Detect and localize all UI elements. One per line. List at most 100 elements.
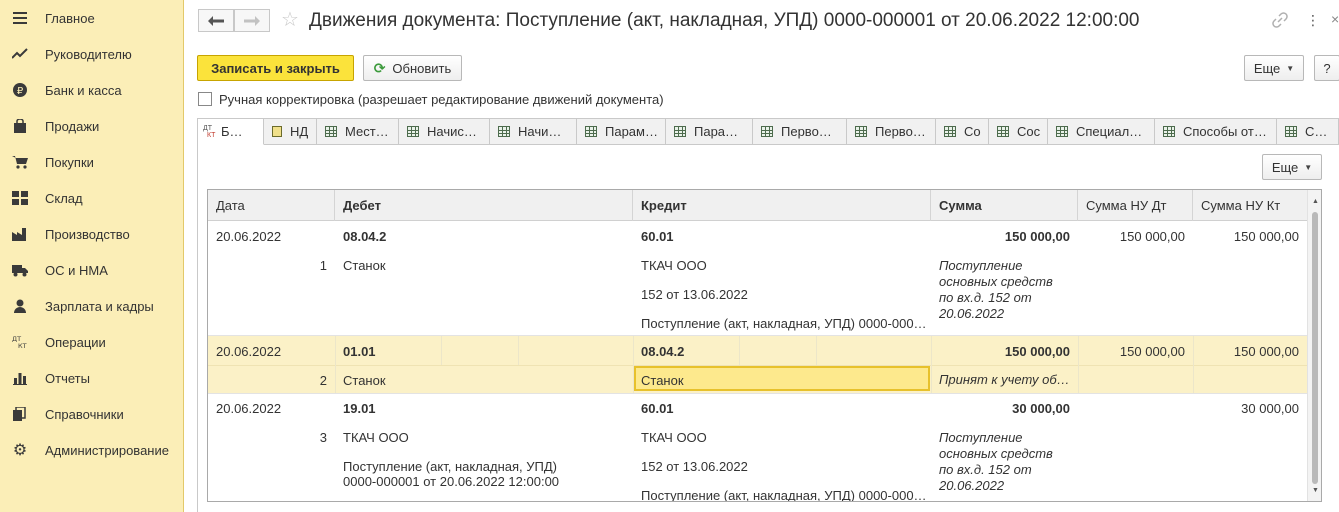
tab-register-14[interactable]: С… <box>1277 118 1339 145</box>
save-and-close-button[interactable]: Записать и закрыть <box>197 55 354 81</box>
sidebar-item-sales[interactable]: Продажи <box>0 108 184 144</box>
back-button[interactable] <box>198 9 234 32</box>
ruble-coin-icon: ₽ <box>12 83 28 97</box>
row-content: Принят к учету об… <box>939 372 1070 387</box>
row-credit-account: 08.04.2 <box>641 344 685 359</box>
help-button[interactable]: ? <box>1314 55 1339 81</box>
column-header-nu-dt[interactable]: Сумма НУ Дт <box>1078 190 1193 221</box>
tab-accounting-register[interactable]: ДТ КТ Б… <box>197 118 264 145</box>
row-number: 3 <box>319 430 327 445</box>
truck-icon <box>12 263 28 277</box>
close-icon[interactable]: × <box>1331 11 1339 29</box>
row-amount: 30 000,00 <box>1012 401 1070 416</box>
sidebar-item-label: ОС и НМА <box>45 263 108 278</box>
tab-register-4[interactable]: Начис… <box>399 118 490 145</box>
sidebar-item-admin[interactable]: ⚙ Администрирование <box>0 432 184 468</box>
sidebar-item-warehouse[interactable]: Склад <box>0 180 184 216</box>
tab-register-8[interactable]: Перво… <box>753 118 847 145</box>
column-divider <box>335 336 336 393</box>
dt-kt-icon: ДТ КТ <box>203 124 216 139</box>
row-debit-account: 01.01 <box>343 344 376 359</box>
register-table-icon <box>997 126 1009 137</box>
more-vertical-icon[interactable]: ⋮ <box>1304 12 1322 30</box>
favorite-star-icon[interactable]: ☆ <box>281 10 299 30</box>
tab-register-13[interactable]: Способы от… <box>1155 118 1277 145</box>
sidebar-item-manager[interactable]: Руководителю <box>0 36 184 72</box>
more-button[interactable]: Еще ▼ <box>1244 55 1304 81</box>
scroll-down-icon[interactable]: ▼ <box>1312 487 1319 494</box>
sidebar-item-operations[interactable]: ДТ КТ Операции <box>0 324 184 360</box>
register-table-icon <box>407 126 419 137</box>
scrollbar-thumb[interactable] <box>1312 212 1318 484</box>
sidebar-item-hr[interactable]: Зарплата и кадры <box>0 288 184 324</box>
manual-edit-checkbox[interactable] <box>198 92 212 106</box>
column-header-nu-kt[interactable]: Сумма НУ Кт <box>1193 190 1307 221</box>
sidebar: Главное Руководителю ₽ Банк и касса Прод… <box>0 0 184 512</box>
vertical-scrollbar[interactable]: ▲ ▼ <box>1307 190 1321 501</box>
row-content: Поступление основных средств по вх.д. 15… <box>939 430 1053 493</box>
more-label: Еще <box>1271 159 1299 175</box>
tab-label: Парам… <box>605 124 658 139</box>
column-header-credit[interactable]: Кредит <box>633 190 931 221</box>
tab-label: Специал… <box>1076 124 1143 139</box>
manual-edit-label[interactable]: Ручная корректировка (разрешает редактир… <box>219 92 664 107</box>
hamburger-icon <box>12 11 28 25</box>
more-label: Еще <box>1253 60 1281 76</box>
tab-register-3[interactable]: Мест… <box>317 118 399 145</box>
row-credit-subconto-3: Поступление (акт, накладная, УПД) 0000-0… <box>641 316 927 331</box>
sidebar-item-bank[interactable]: ₽ Банк и касса <box>0 72 184 108</box>
tab-label: Начис… <box>427 124 477 139</box>
sidebar-item-label: Склад <box>45 191 83 206</box>
tab-register-10[interactable]: Со <box>936 118 989 145</box>
sidebar-item-purchases[interactable]: Покупки <box>0 144 184 180</box>
tab-register-5[interactable]: Начи… <box>490 118 577 145</box>
sidebar-item-label: Зарплата и кадры <box>45 299 154 314</box>
row-nu-dt: 150 000,00 <box>1119 344 1185 359</box>
row-credit-account: 60.01 <box>641 401 674 416</box>
row-amount: 150 000,00 <box>1004 344 1070 359</box>
tab-register-7[interactable]: Пара… <box>666 118 753 145</box>
app-window: Главное Руководителю ₽ Банк и касса Прод… <box>0 0 1339 512</box>
tab-register-9[interactable]: Перво… <box>847 118 936 145</box>
sidebar-item-catalogs[interactable]: Справочники <box>0 396 184 432</box>
tab-label: Способы от… <box>1183 124 1267 139</box>
arrow-left-icon <box>208 13 224 29</box>
column-header-amount[interactable]: Сумма <box>931 190 1078 221</box>
tab-label: Перво… <box>875 124 926 139</box>
column-header-debit[interactable]: Дебет <box>335 190 633 221</box>
chevron-down-icon: ▼ <box>1304 162 1313 172</box>
row-debit-account: 19.01 <box>343 401 376 416</box>
dt-kt-icon: ДТ КТ <box>12 335 28 349</box>
tab-register-6[interactable]: Парам… <box>577 118 666 145</box>
forward-button[interactable] <box>234 9 270 32</box>
tab-register-11[interactable]: Сос <box>989 118 1048 145</box>
bag-icon <box>12 119 28 133</box>
sidebar-item-label: Продажи <box>45 119 100 134</box>
tab-register-12[interactable]: Специал… <box>1048 118 1155 145</box>
sidebar-item-production[interactable]: Производство <box>0 216 184 252</box>
column-header-date[interactable]: Дата <box>208 190 335 221</box>
trend-icon <box>12 47 28 61</box>
tab-label: Пара… <box>694 124 739 139</box>
row-credit-subconto-1: ТКАЧ ООО <box>641 258 707 273</box>
sidebar-item-label: Производство <box>45 227 130 242</box>
table-more-button[interactable]: Еще ▼ <box>1262 154 1322 180</box>
register-table-icon <box>585 126 597 137</box>
page-title: Движения документа: Поступление (акт, на… <box>309 10 1140 31</box>
sidebar-item-label: Администрирование <box>45 443 169 458</box>
sidebar-item-label: Операции <box>45 335 106 350</box>
svg-text:₽: ₽ <box>17 86 24 97</box>
refresh-button[interactable]: ⟳ Обновить <box>363 55 462 81</box>
tab-label: Мест… <box>345 124 389 139</box>
sidebar-item-main[interactable]: Главное <box>0 0 184 36</box>
tab-label: НД <box>290 124 309 139</box>
link-icon[interactable] <box>1272 12 1290 30</box>
sidebar-item-reports[interactable]: Отчеты <box>0 360 184 396</box>
tab-nd[interactable]: НД <box>264 118 317 145</box>
row-nu-kt: 150 000,00 <box>1233 229 1299 244</box>
scroll-up-icon[interactable]: ▲ <box>1312 198 1319 205</box>
cart-icon <box>12 155 28 169</box>
shelf-icon <box>12 191 28 205</box>
column-divider <box>816 336 817 365</box>
sidebar-item-fixed-assets[interactable]: ОС и НМА <box>0 252 184 288</box>
